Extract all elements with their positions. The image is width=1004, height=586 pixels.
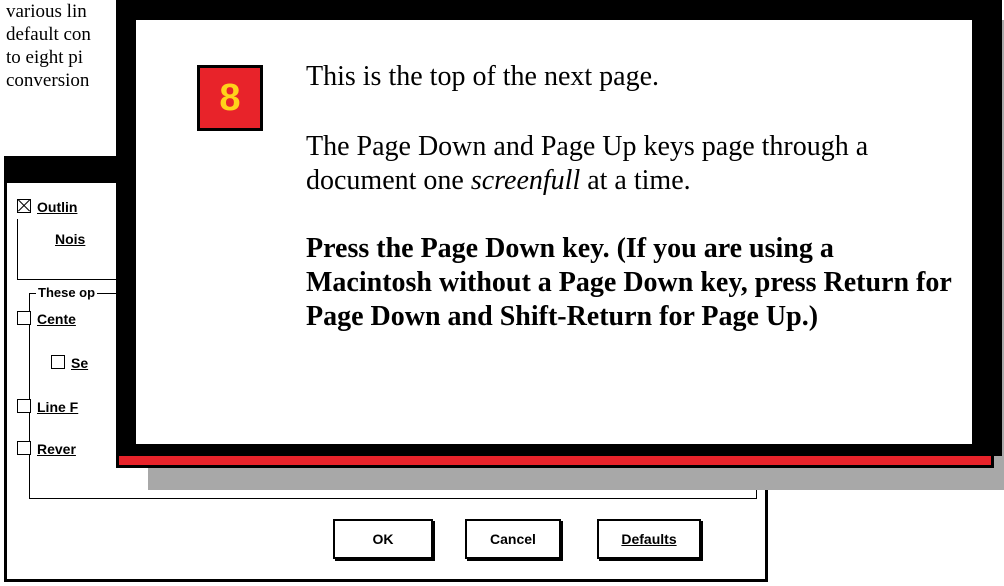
group-legend: These op [36,285,98,300]
ok-button[interactable]: OK [333,519,433,559]
para2-emphasis: screenfull [470,165,581,196]
sub-label: Se [71,355,89,371]
callout-instruction: Press the Page Down key. (If you are usi… [306,233,952,332]
callout-paragraph-1: This is the top of the next page. [306,61,660,92]
line-checkbox[interactable]: Line F [17,399,78,415]
checkbox-icon [17,441,31,455]
noise-label: Nois [55,231,86,247]
line-label: Line F [37,399,79,415]
checkbox-icon [51,355,65,369]
center-label: Cente [37,311,76,327]
reverse-checkbox[interactable]: Rever [17,441,76,457]
checked-checkbox-icon [17,199,31,213]
callout-text: This is the top of the next page. The Pa… [306,60,966,334]
outline-checkbox[interactable]: Outlin [17,199,77,215]
para2-suffix: at a time. [580,165,691,196]
step-number-badge: 8 [197,65,263,131]
checkbox-icon [17,311,31,325]
defaults-button[interactable]: Defaults [597,519,701,559]
outline-label: Outlin [37,199,78,215]
reverse-label: Rever [37,441,76,457]
cancel-button[interactable]: Cancel [465,519,561,559]
callout-paragraph-2: The Page Down and Page Up keys page thro… [306,130,966,198]
sub-checkbox[interactable]: Se [51,355,88,371]
defaults-label: Defaults [621,531,677,547]
checkbox-icon [17,399,31,413]
center-checkbox[interactable]: Cente [17,311,76,327]
